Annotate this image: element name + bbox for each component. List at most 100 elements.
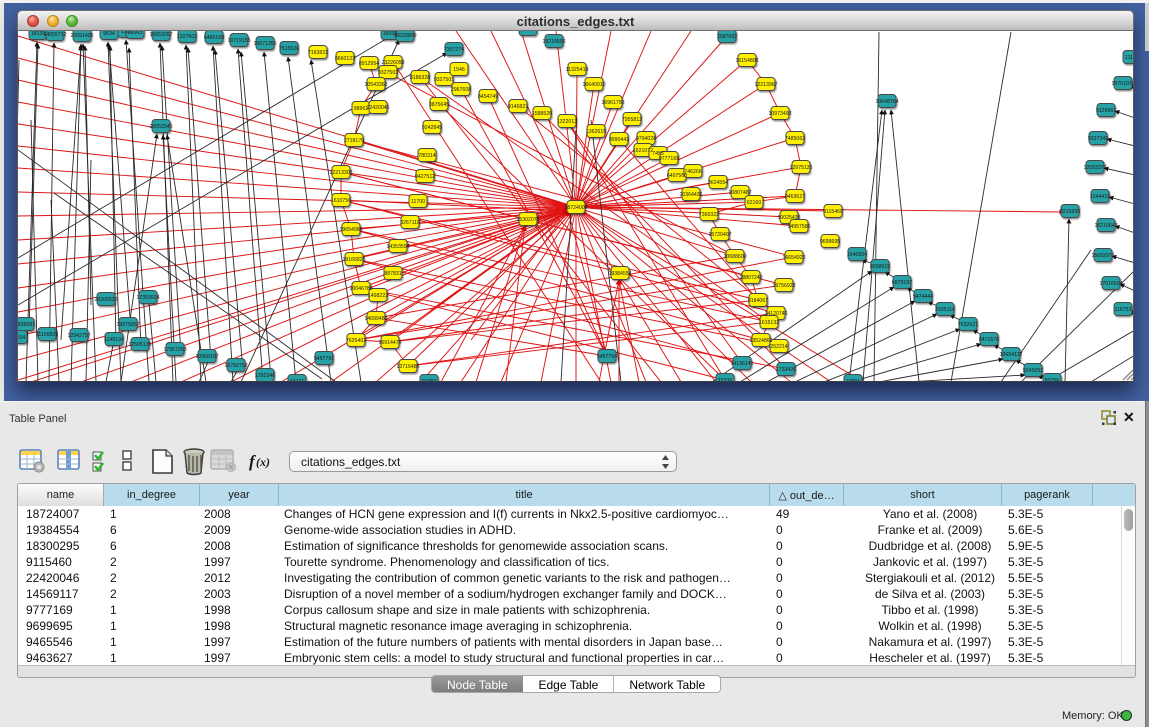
svg-text:10958107: 10958107 (195, 354, 218, 360)
svg-text:3624554: 3624554 (708, 180, 728, 186)
svg-text:16210643: 16210643 (1094, 223, 1117, 229)
svg-text:94221: 94221 (290, 379, 305, 382)
svg-text:9699695: 9699695 (820, 239, 840, 245)
svg-text:6466160: 6466160 (204, 35, 224, 41)
svg-text:16033809: 16033809 (393, 33, 416, 39)
svg-text:1322013: 1322013 (557, 119, 577, 125)
svg-text:11325419: 11325419 (566, 67, 589, 73)
svg-text:17359924: 17359924 (136, 295, 159, 301)
svg-text:13524861: 13524861 (749, 338, 772, 344)
svg-text:1145134: 1145134 (104, 337, 124, 343)
svg-text:16914479: 16914479 (378, 340, 401, 346)
svg-text:1621072: 1621072 (633, 148, 653, 154)
svg-text:746266: 746266 (684, 169, 701, 175)
svg-text:9115460: 9115460 (823, 209, 843, 215)
svg-text:9634: 9634 (103, 31, 115, 37)
svg-text:14353594: 14353594 (386, 244, 409, 250)
svg-text:2935114: 2935114 (935, 307, 955, 313)
svg-text:7485063: 7485063 (785, 136, 805, 142)
svg-text:10807487: 10807487 (728, 190, 751, 196)
svg-text:16654923: 16654923 (782, 255, 805, 261)
svg-text:16961758: 16961758 (601, 100, 624, 106)
svg-text:23226058: 23226058 (381, 60, 404, 66)
svg-text:8660123: 8660123 (335, 56, 355, 62)
svg-text:17957253: 17957253 (163, 347, 186, 353)
svg-text:14136141: 14136141 (730, 361, 753, 367)
svg-text:7357274: 7357274 (444, 47, 464, 53)
svg-text:1610756: 1610756 (331, 198, 351, 204)
svg-text:14055712: 14055712 (43, 32, 66, 38)
svg-text:3875645: 3875645 (429, 102, 449, 108)
svg-text:14120746: 14120746 (764, 311, 787, 317)
svg-text:10648764: 10648764 (875, 99, 898, 105)
svg-text:9242845: 9242845 (422, 125, 442, 131)
svg-text:15751074: 15751074 (1111, 81, 1134, 87)
svg-text:39154: 39154 (18, 335, 25, 341)
svg-text:9427512: 9427512 (415, 174, 435, 180)
svg-text:1362615: 1362615 (586, 129, 606, 135)
svg-text:62160: 62160 (747, 200, 762, 206)
svg-text:(x): (x) (256, 455, 270, 469)
svg-text:16154808: 16154808 (735, 58, 758, 64)
svg-text:20091406: 20091406 (70, 33, 93, 39)
svg-text:780314: 780314 (418, 153, 435, 159)
svg-text:20053346: 20053346 (149, 124, 172, 130)
svg-text:17016504: 17016504 (1099, 281, 1122, 287)
svg-text:9327503: 9327503 (378, 70, 398, 76)
svg-text:16782759: 16782759 (224, 363, 247, 369)
svg-text:9146821: 9146821 (508, 104, 528, 110)
svg-text:3215955: 3215955 (1060, 209, 1080, 215)
svg-text:82756: 82756 (1045, 378, 1060, 382)
svg-text:12505135: 12505135 (128, 342, 151, 348)
svg-text:9227342: 9227342 (1088, 136, 1108, 142)
svg-text:7632621: 7632621 (958, 322, 978, 328)
svg-text:9457791: 9457791 (314, 356, 334, 362)
svg-text:1835081: 1835081 (18, 322, 35, 328)
svg-text:1733426: 1733426 (776, 367, 796, 373)
svg-text:18724007: 18724007 (564, 205, 587, 211)
svg-text:10046788: 10046788 (349, 286, 372, 292)
svg-text:12213967: 12213967 (754, 82, 777, 88)
svg-text:92450: 92450 (422, 379, 437, 382)
svg-text:8186328: 8186328 (410, 75, 430, 81)
svg-text:16640910: 16640910 (582, 82, 605, 88)
svg-text:8990443: 8990443 (609, 137, 629, 143)
svg-text:8454749: 8454749 (478, 94, 498, 100)
svg-text:7163822: 7163822 (308, 50, 328, 56)
svg-text:8813054: 8813054 (518, 31, 538, 33)
svg-text:9463627: 9463627 (785, 194, 805, 200)
svg-text:12093372: 12093372 (1083, 165, 1106, 171)
svg-text:10543362: 10543362 (364, 82, 387, 88)
svg-text:12975125: 12975125 (789, 165, 812, 171)
svg-text:11156829: 11156829 (36, 332, 58, 338)
svg-text:7955812: 7955812 (622, 117, 642, 123)
svg-text:10688609: 10688609 (723, 254, 746, 260)
svg-text:2967608: 2967608 (451, 87, 471, 93)
svg-text:10719155: 10719155 (227, 38, 250, 44)
svg-text:15692971: 15692971 (1091, 253, 1114, 259)
svg-text:1615132: 1615132 (759, 320, 779, 326)
svg-text:15302075: 15302075 (516, 217, 539, 223)
svg-text:8912954: 8912954 (359, 61, 379, 67)
svg-text:9129961: 9129961 (1096, 108, 1116, 114)
svg-text:1327602: 1327602 (177, 34, 197, 40)
svg-text:9327501: 9327501 (434, 77, 454, 83)
svg-text:2718170: 2718170 (344, 138, 364, 144)
svg-text:14957586: 14957586 (787, 224, 810, 230)
svg-text:10973493: 10973493 (768, 111, 791, 117)
svg-text:10671355: 10671355 (253, 41, 276, 47)
svg-text:21063: 21063 (128, 31, 143, 36)
svg-text:1292346: 1292346 (255, 373, 275, 379)
svg-text:1244415: 1244415 (1090, 194, 1110, 200)
svg-text:252214: 252214 (770, 344, 787, 350)
svg-text:22420046: 22420046 (366, 105, 389, 111)
svg-text:18807249: 18807249 (739, 275, 762, 281)
svg-text:7365322: 7365322 (699, 212, 719, 218)
svg-text:116753: 116753 (1115, 307, 1132, 313)
svg-text:6879197: 6879197 (892, 280, 912, 286)
svg-text:19756928: 19756928 (772, 283, 795, 289)
svg-text:10654112: 10654112 (1000, 352, 1023, 358)
svg-text:15720407: 15720407 (708, 232, 731, 238)
svg-text:2087682: 2087682 (717, 34, 737, 40)
svg-text:20364436: 20364436 (679, 192, 702, 198)
